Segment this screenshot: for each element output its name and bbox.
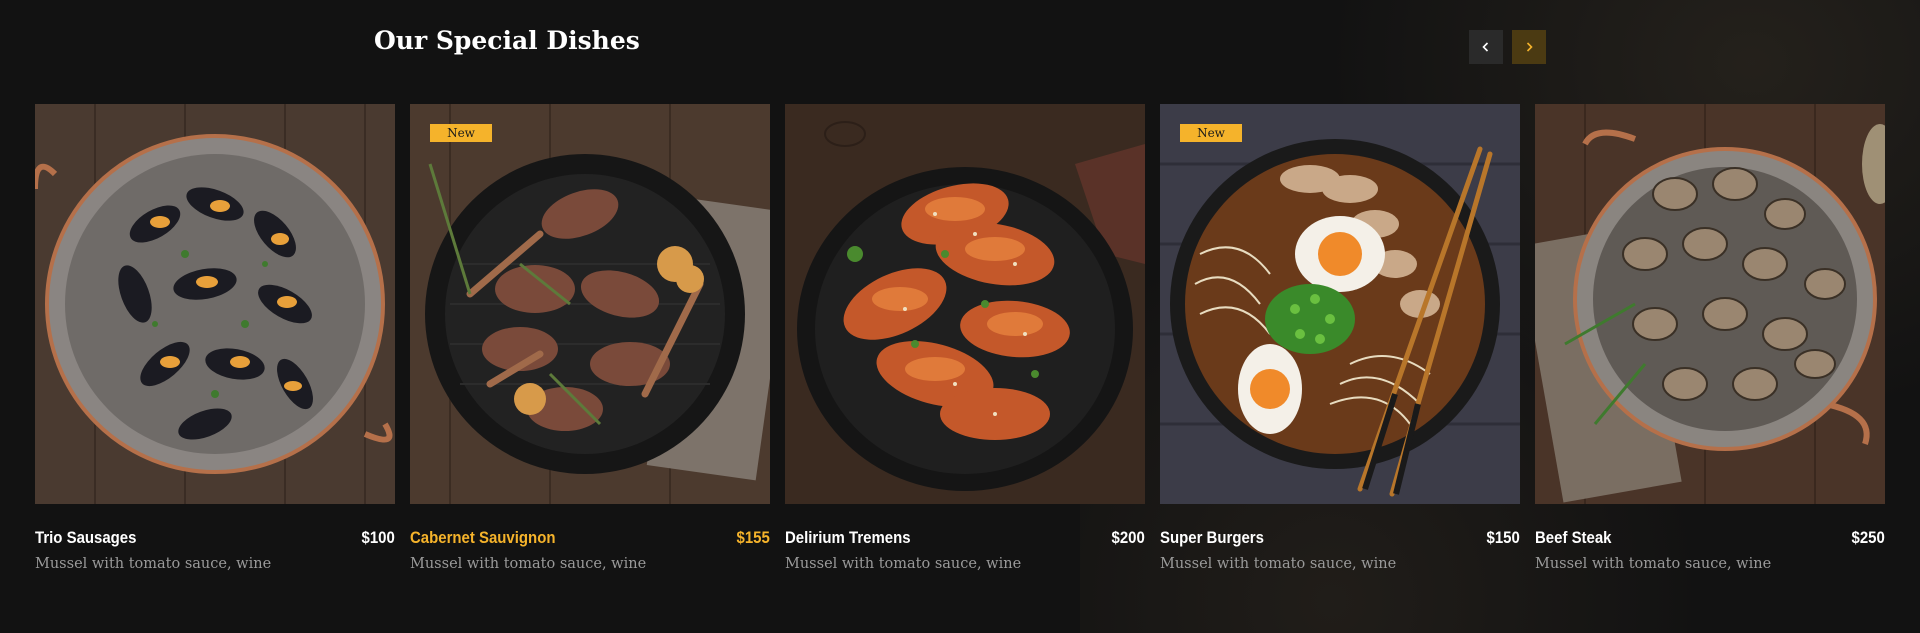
- dish-name[interactable]: Delirium Tremens: [785, 528, 911, 548]
- dish-description: Mussel with tomato sauce, wine: [785, 556, 1022, 572]
- new-badge: New: [430, 124, 492, 142]
- dish-price: $100: [361, 528, 395, 547]
- dish-price: $150: [1486, 528, 1520, 547]
- chevron-right-icon: [1526, 42, 1533, 52]
- dish-name[interactable]: Trio Sausages: [35, 528, 136, 548]
- dish-image-chicken[interactable]: [785, 104, 1145, 504]
- dish-card[interactable]: New Super Burgers $150 Mussel with tomat…: [1160, 104, 1520, 572]
- dish-description: Mussel with tomato sauce, wine: [35, 556, 272, 572]
- new-badge: New: [1180, 124, 1242, 142]
- dish-price: $250: [1851, 528, 1885, 547]
- dish-name[interactable]: Cabernet Sauvignon: [410, 528, 555, 548]
- dish-description: Mussel with tomato sauce, wine: [410, 556, 647, 572]
- dish-image-mussels[interactable]: [35, 104, 395, 504]
- dish-card[interactable]: Delirium Tremens $200 Mussel with tomato…: [785, 104, 1145, 572]
- dish-name[interactable]: Super Burgers: [1160, 528, 1264, 548]
- dish-image-lamb-chops[interactable]: New: [410, 104, 770, 504]
- carousel-next-button[interactable]: [1512, 30, 1546, 64]
- chevron-left-icon: [1482, 42, 1489, 52]
- dish-image-ramen[interactable]: New: [1160, 104, 1520, 504]
- dish-card[interactable]: Beef Steak $250 Mussel with tomato sauce…: [1535, 104, 1895, 572]
- dish-name[interactable]: Beef Steak: [1535, 528, 1612, 548]
- carousel-prev-button[interactable]: [1469, 30, 1503, 64]
- section-title: Our Special Dishes: [374, 26, 640, 55]
- dish-card[interactable]: New Cabernet Sauvignon $155 Mussel with …: [410, 104, 770, 572]
- dish-price: $200: [1111, 528, 1145, 547]
- dish-price: $155: [736, 528, 770, 547]
- dish-description: Mussel with tomato sauce, wine: [1535, 556, 1772, 572]
- dish-image-clams[interactable]: [1535, 104, 1885, 504]
- dish-description: Mussel with tomato sauce, wine: [1160, 556, 1397, 572]
- dish-card[interactable]: Trio Sausages $100 Mussel with tomato sa…: [35, 104, 395, 572]
